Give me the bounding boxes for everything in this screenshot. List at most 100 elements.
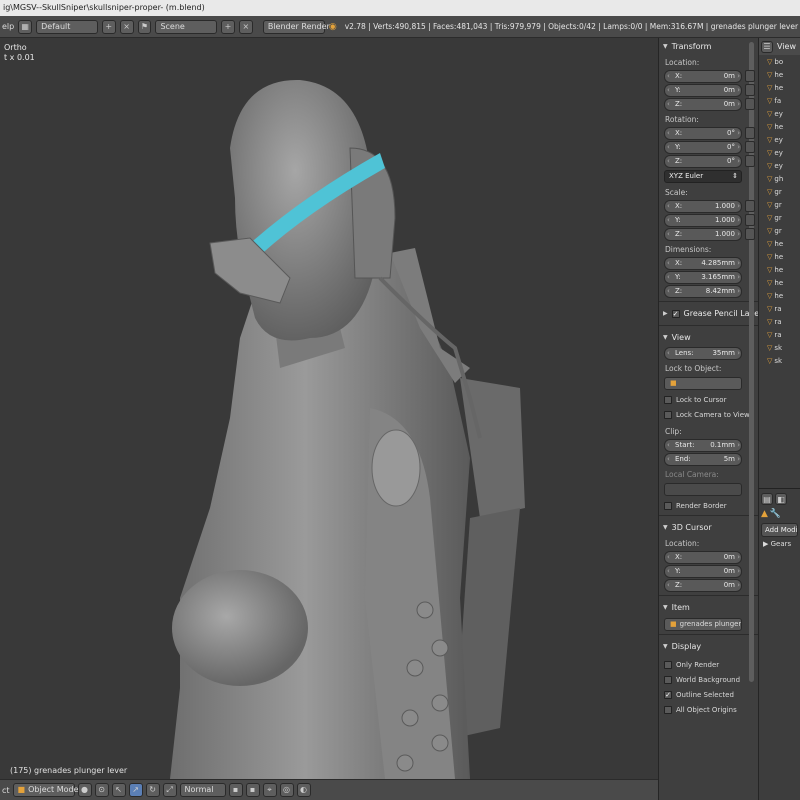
wrench-icon[interactable]: 🔧 (770, 509, 781, 519)
world-background-toggle[interactable]: World Background (664, 674, 758, 685)
cursor-x-field[interactable]: X:0m (664, 551, 742, 564)
world-background-checkbox[interactable] (664, 675, 672, 684)
render-engine-select[interactable]: Blender Render (262, 19, 330, 34)
scale-z-field[interactable]: Z:1.000 (664, 228, 742, 241)
render-border-checkbox[interactable] (664, 501, 672, 510)
layer-buttons-2[interactable]: ▪ (245, 783, 260, 797)
lock-icon[interactable] (745, 98, 755, 110)
lock-camera-toggle[interactable]: Lock Camera to View (664, 409, 758, 420)
outliner-item[interactable]: ▽ he (759, 263, 800, 276)
pivot-button[interactable]: ⊙ (94, 783, 109, 797)
outliner-item[interactable]: ▽ fa (759, 94, 800, 107)
widget-toggle[interactable]: ↖ (111, 783, 126, 797)
only-render-toggle[interactable]: Only Render (664, 659, 758, 670)
outline-selected-toggle[interactable]: ✓ Outline Selected (664, 689, 758, 700)
add-scene-button[interactable]: + (221, 19, 235, 34)
rotation-y-field[interactable]: Y:0° (664, 141, 742, 154)
object-menu[interactable]: ct (2, 786, 10, 795)
add-modifier-button[interactable]: Add Modifie (761, 523, 798, 537)
grease-pencil-checkbox[interactable]: ✓ (671, 309, 680, 318)
outliner-item[interactable]: ▽ he (759, 237, 800, 250)
outliner-view-menu[interactable]: View (777, 42, 796, 51)
3d-viewport[interactable]: Ortho t x 0.01 (175) grenades plunger le… (0, 38, 658, 779)
lock-icon[interactable] (745, 200, 755, 212)
lens-field[interactable]: Lens:35mm (664, 347, 742, 360)
clip-end-field[interactable]: End:5m (664, 453, 742, 466)
dimension-y-field[interactable]: Y:3.165mm (664, 271, 742, 284)
render-button[interactable]: ◐ (296, 783, 311, 797)
location-z-field[interactable]: Z:0m (664, 98, 742, 111)
proportional-button[interactable]: ◎ (279, 783, 294, 797)
only-render-checkbox[interactable] (664, 660, 672, 669)
transform-panel-header[interactable]: ▼ Transform (659, 38, 758, 55)
lock-camera-checkbox[interactable] (664, 410, 672, 419)
all-object-origins-checkbox[interactable] (664, 705, 672, 714)
layer-buttons[interactable]: ▪ (228, 783, 243, 797)
grease-pencil-panel-header[interactable]: ▶✓Grease Pencil Layers (659, 305, 758, 322)
lock-object-field[interactable]: ■ (664, 377, 742, 390)
outliner-item[interactable]: ▽ he (759, 276, 800, 289)
scene-select[interactable]: Scene (155, 19, 218, 34)
close-layout-button[interactable]: × (119, 19, 134, 34)
properties-editor-icon[interactable]: ▤ (761, 493, 773, 505)
location-y-field[interactable]: Y:0m (664, 84, 742, 97)
lock-icon[interactable] (745, 155, 755, 167)
outliner-item[interactable]: ▽ he (759, 250, 800, 263)
shading-button[interactable]: ● (77, 783, 92, 797)
screen-layout-select[interactable]: Default (36, 19, 98, 34)
rotation-z-field[interactable]: Z:0° (664, 155, 742, 168)
outliner-item[interactable]: ▽ ey (759, 159, 800, 172)
outliner-item[interactable]: ▽ ey (759, 146, 800, 159)
lock-icon[interactable] (745, 84, 755, 96)
dimension-z-field[interactable]: Z:8.42mm (664, 285, 742, 298)
outliner-item[interactable]: ▽ he (759, 68, 800, 81)
help-menu[interactable]: elp (2, 22, 14, 31)
rotation-x-field[interactable]: X:0° (664, 127, 742, 140)
screen-layout-icon[interactable]: ▦ (18, 19, 33, 34)
outliner-item[interactable]: ▽ ra (759, 315, 800, 328)
lock-icon[interactable] (745, 228, 755, 240)
close-scene-button[interactable]: × (238, 19, 253, 34)
scale-widget-button[interactable]: ⤢ (162, 783, 177, 797)
snap-button[interactable]: ⌖ (262, 783, 277, 797)
outliner-item[interactable]: ▽ he (759, 120, 800, 133)
scene-icon[interactable]: ⚑ (137, 19, 152, 34)
outliner-item[interactable]: ▽ ra (759, 302, 800, 315)
translate-widget-button[interactable]: ↗ (128, 783, 143, 797)
outliner-item[interactable]: ▽ gh (759, 172, 800, 185)
outliner-item[interactable]: ▽ gr (759, 198, 800, 211)
outliner-item[interactable]: ▽ ra (759, 328, 800, 341)
location-x-field[interactable]: X:0m (664, 70, 742, 83)
outliner-editor-icon[interactable]: ☰ (761, 40, 773, 53)
cursor-z-field[interactable]: Z:0m (664, 579, 742, 592)
display-panel-header[interactable]: ▼ Display (659, 638, 758, 655)
view-panel-header[interactable]: ▼ View (659, 329, 758, 346)
outliner-item[interactable]: ▽ sk (759, 354, 800, 367)
scale-x-field[interactable]: X:1.000 (664, 200, 742, 213)
local-camera-field[interactable] (664, 483, 742, 496)
outliner-item[interactable]: ▽ he (759, 289, 800, 302)
outliner-item[interactable]: ▽ bo (759, 55, 800, 68)
outliner-item[interactable]: ▽ sk (759, 341, 800, 354)
rotation-mode-select[interactable]: XYZ Euler ⇕ (664, 170, 742, 183)
outliner-item[interactable]: ▽ gr (759, 224, 800, 237)
object-icon[interactable]: ▲ (761, 509, 768, 519)
outline-selected-checkbox[interactable]: ✓ (664, 690, 672, 699)
gears-modifier[interactable]: ▶ Gears (759, 540, 800, 548)
lock-icon[interactable] (745, 214, 755, 226)
outliner-item[interactable]: ▽ gr (759, 211, 800, 224)
rotate-widget-button[interactable]: ↻ (145, 783, 160, 797)
outliner-item[interactable]: ▽ ey (759, 133, 800, 146)
scale-y-field[interactable]: Y:1.000 (664, 214, 742, 227)
render-border-toggle[interactable]: Render Border (664, 500, 758, 511)
lock-to-cursor-toggle[interactable]: Lock to Cursor (664, 394, 758, 405)
clip-start-field[interactable]: Start:0.1mm (664, 439, 742, 452)
outliner-item[interactable]: ▽ ey (759, 107, 800, 120)
lock-icon[interactable] (745, 141, 755, 153)
cursor-panel-header[interactable]: ▼ 3D Cursor (659, 519, 758, 536)
lock-to-cursor-checkbox[interactable] (664, 395, 672, 404)
item-name-field[interactable]: ■grenades plunger le... (664, 618, 742, 631)
mode-select[interactable]: ■ Object Mode (12, 783, 79, 797)
add-layout-button[interactable]: + (101, 19, 116, 34)
outliner-item[interactable]: ▽ gr (759, 185, 800, 198)
